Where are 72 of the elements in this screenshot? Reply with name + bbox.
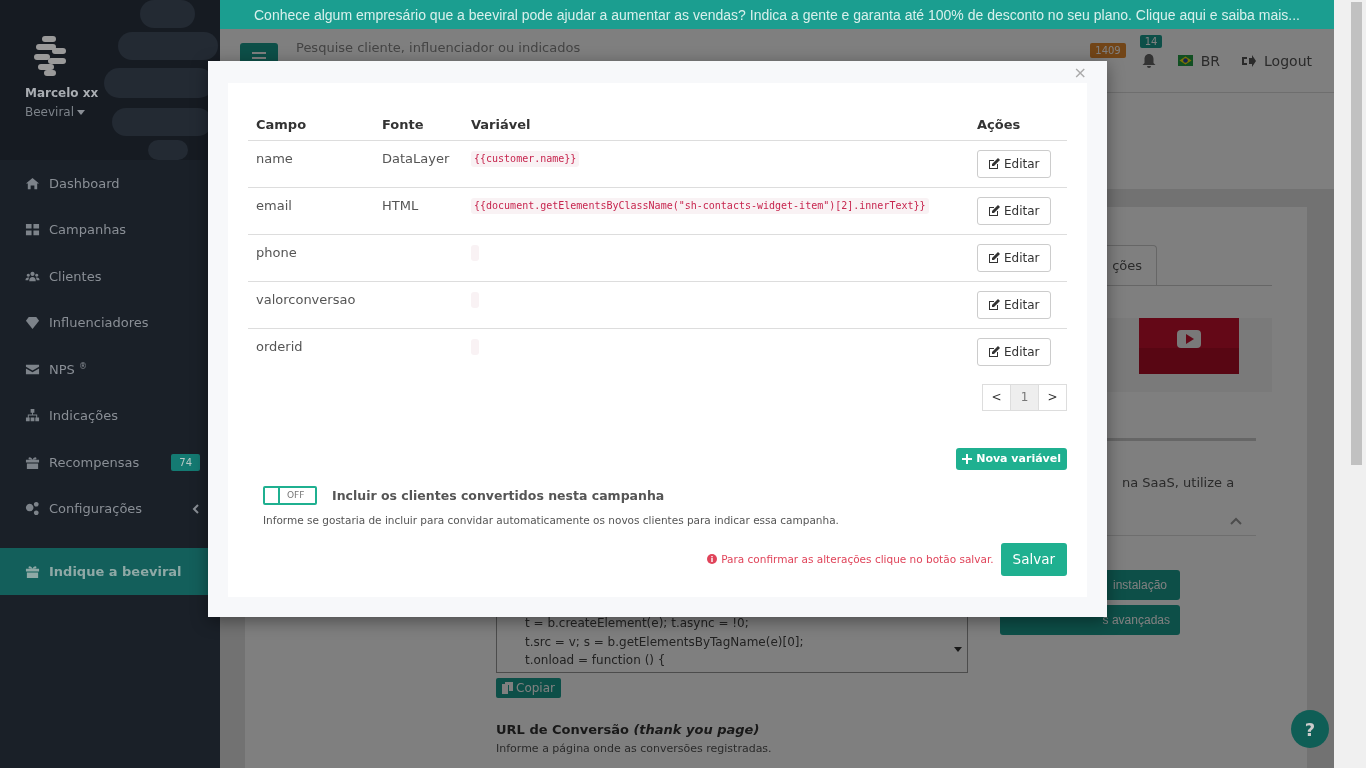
table-cell: orderid <box>248 328 374 375</box>
description-text: na SaaS, utilize a <box>1122 475 1235 490</box>
chevron-up-icon[interactable] <box>1230 517 1242 525</box>
table-cell: valorconversao <box>248 281 374 328</box>
logout-link[interactable]: Logout <box>1242 52 1312 69</box>
sidebar-item[interactable]: Influenciadores <box>0 299 220 346</box>
count-badge: 74 <box>171 453 200 471</box>
copy-icon <box>502 682 513 694</box>
edit-icon <box>988 298 1000 311</box>
table-cell: email <box>248 187 374 234</box>
account-dropdown[interactable]: Beeviral <box>25 105 86 119</box>
next-page-button[interactable]: > <box>1038 383 1067 411</box>
sidebar-item[interactable]: Dashboard <box>0 160 220 207</box>
grid-icon <box>25 222 40 238</box>
warning-text: Para confirmar as alterações clique no botão salvar. <box>721 553 994 565</box>
language-selector[interactable]: BR <box>1177 52 1221 69</box>
edit-icon <box>988 157 1000 170</box>
table-cell: DataLayer <box>374 140 463 187</box>
bell-icon[interactable] <box>1141 52 1156 69</box>
chevron-icon <box>192 503 200 514</box>
sidebar-item[interactable]: Indicações <box>0 392 220 439</box>
edit-icon <box>988 251 1000 264</box>
edit-button[interactable]: Editar <box>977 196 1051 225</box>
hierarchy-icon <box>25 408 40 424</box>
variable-code: {{document.getElementsByClassName("sh-contacts-widget-item")[2].innerText}} <box>471 197 929 214</box>
save-button[interactable]: Salvar <box>1000 542 1067 576</box>
column-header: Variável <box>463 100 969 140</box>
diamond-icon <box>25 315 40 331</box>
sidebar-item[interactable]: NPS $^{®}$ <box>0 346 220 393</box>
previous-page-button[interactable]: < <box>982 383 1011 411</box>
home-icon <box>25 175 40 191</box>
hint-text: Informe a página onde as conversões registradas. <box>496 742 773 755</box>
count-badge: 1409 <box>1090 43 1126 58</box>
edit-button[interactable]: Editar <box>977 149 1051 178</box>
gift-icon <box>25 564 40 579</box>
sidebar-item[interactable]: Recompensas 74 <box>0 439 220 486</box>
sidebar-item[interactable]: Configurações <box>0 485 220 532</box>
promo-banner[interactable]: Conhece algum empresário que a beeviral pode ajudar a aumentar as vendas? Indica a gente e garanta até 100% de desconto no seu plano. Clique aqui e saiba mais... <box>220 0 1334 29</box>
sidebar-item[interactable]: Clientes <box>0 253 220 300</box>
column-header: Fonte <box>374 100 463 140</box>
scrollbar[interactable] <box>1334 0 1366 768</box>
user-name: Marcelo xx <box>25 86 100 100</box>
table-cell: phone <box>248 234 374 281</box>
notification-badge: 14 <box>1139 34 1163 48</box>
edit-button[interactable]: Editar <box>977 337 1051 366</box>
gift-icon <box>25 454 40 470</box>
column-header: Ações <box>969 100 1067 140</box>
edit-button[interactable]: Editar <box>977 243 1051 272</box>
toggle-label: Incluir os clientes convertidos nesta campanha <box>332 487 665 503</box>
search-field[interactable]: Pesquise cliente, influenciador ou indicados <box>296 39 656 56</box>
scroll-arrow-icon <box>954 647 962 652</box>
table-cell: HTML <box>374 187 463 234</box>
hint-text: Informe se gostaria de incluir para convidar automaticamente os novos clientes para indicar essa campanha. <box>262 513 840 526</box>
toggle-switch[interactable]: OFF <box>263 485 317 505</box>
caret-icon <box>77 109 86 115</box>
edit-icon <box>988 204 1000 217</box>
table-cell: name <box>248 140 374 187</box>
section-title: URL de Conversão (thank you page) <box>496 722 761 737</box>
edit-icon <box>988 345 1000 358</box>
column-header: Campo <box>248 100 374 140</box>
logo-icon <box>34 36 68 76</box>
sidebar-item[interactable]: Campanhas <box>0 206 220 253</box>
gears-icon <box>25 501 40 517</box>
info-icon <box>707 554 718 564</box>
add-variable-button[interactable]: Nova variável <box>956 447 1067 470</box>
help-button[interactable]: ? <box>1291 710 1329 748</box>
flag-icon <box>1177 55 1193 66</box>
edit-button[interactable]: Editar <box>977 290 1051 319</box>
variable-code: {{customer.name}} <box>471 150 580 167</box>
page-button[interactable]: 1 <box>1010 383 1039 411</box>
logout-icon <box>1242 54 1257 67</box>
plus-icon <box>962 453 973 464</box>
